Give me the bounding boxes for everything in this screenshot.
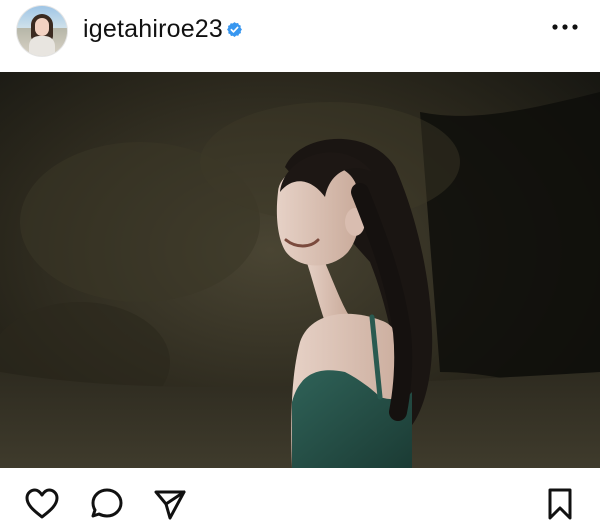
heart-icon[interactable]	[24, 486, 60, 522]
post-photo[interactable]	[0, 72, 600, 468]
instagram-post: igetahiroe23	[0, 0, 600, 528]
post-action-bar	[0, 468, 600, 528]
profile-avatar[interactable]	[17, 6, 67, 56]
post-header: igetahiroe23	[0, 0, 600, 72]
more-options-icon[interactable]	[551, 22, 579, 32]
verified-badge-icon	[227, 22, 242, 37]
bookmark-icon[interactable]	[542, 486, 578, 522]
send-paper-plane-icon[interactable]	[152, 486, 188, 522]
username-link[interactable]: igetahiroe23	[83, 15, 223, 44]
comment-bubble-icon[interactable]	[89, 486, 125, 522]
